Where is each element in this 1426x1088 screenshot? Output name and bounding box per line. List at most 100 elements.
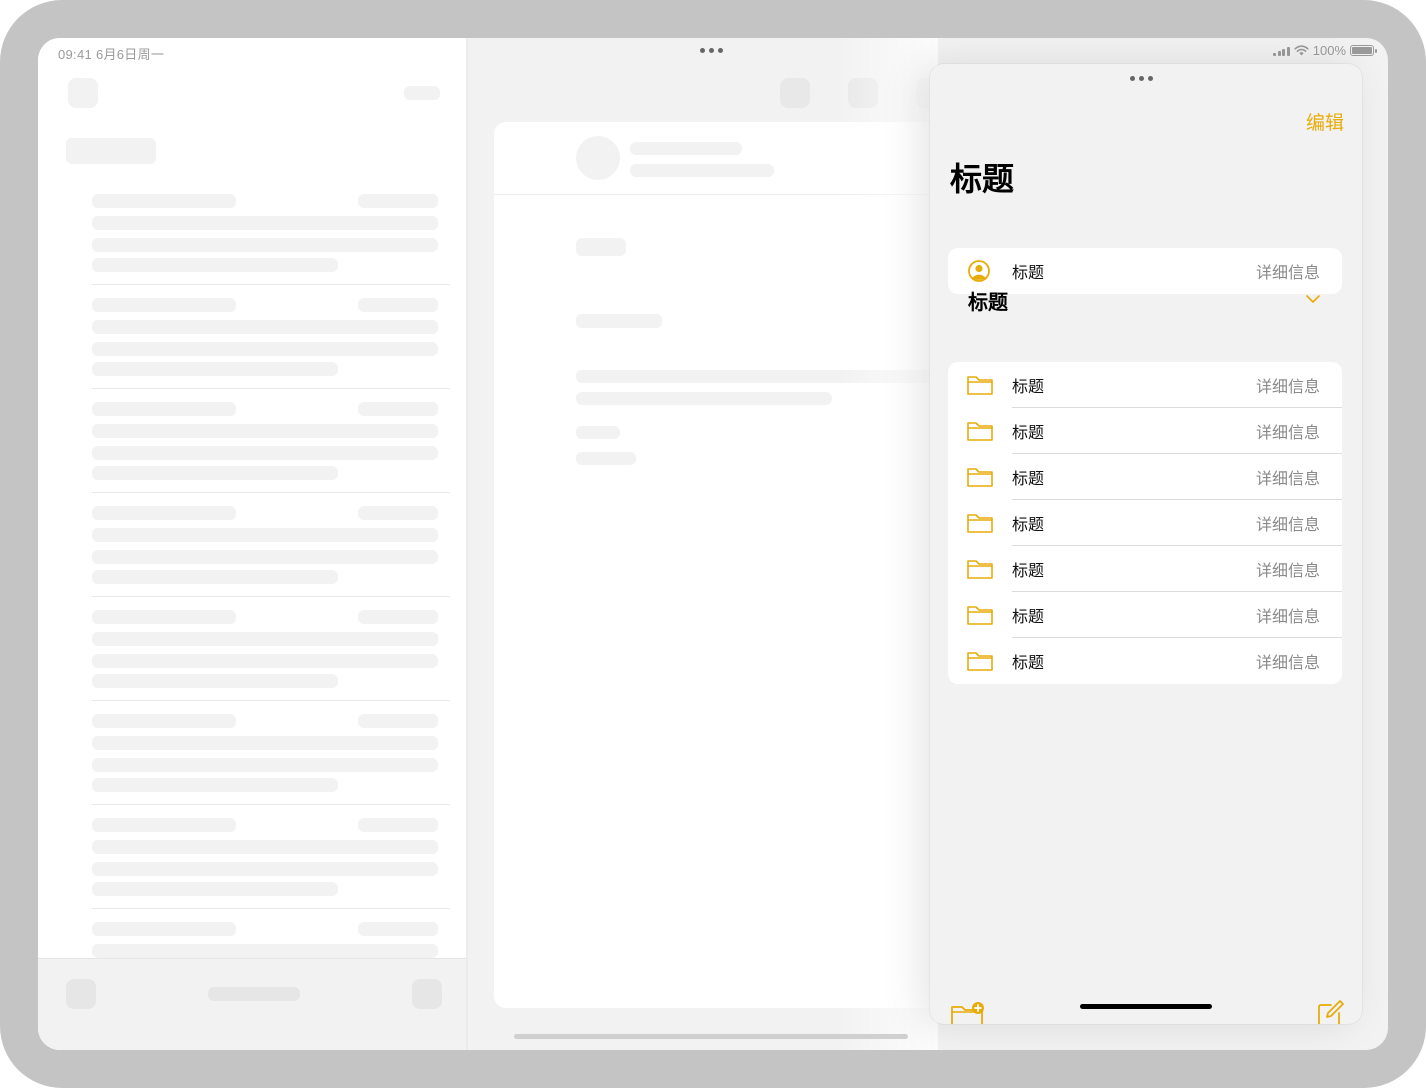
folder-row-detail: 详细信息 (1255, 655, 1320, 672)
list-separator (92, 700, 450, 701)
list-separator (92, 804, 450, 805)
detail-name-placeholder (630, 142, 742, 155)
list-item-placeholder (92, 258, 338, 272)
chevron-down-icon[interactable] (1304, 290, 1322, 308)
folder-row[interactable]: 标题 详细信息 (948, 638, 1342, 684)
folder-row-title: 标题 (1012, 425, 1045, 442)
folder-icon (967, 514, 993, 533)
background-home-indicator (514, 1034, 908, 1039)
home-indicator[interactable] (1080, 1004, 1212, 1009)
folder-row-detail: 详细信息 (1255, 425, 1320, 442)
avatar-placeholder (576, 136, 620, 180)
detail-text-placeholder (576, 314, 662, 328)
folder-row-detail: 详细信息 (1255, 609, 1320, 626)
folder-icon (967, 468, 993, 487)
list-item-placeholder (92, 922, 236, 936)
list-separator (92, 388, 450, 389)
list-item-placeholder (92, 944, 438, 958)
ipad-frame: 09:41 6月6日周一 100% 编辑 标题 标题 详细信息 标题 标题 详细… (0, 0, 1426, 1088)
wifi-icon (1294, 45, 1309, 56)
list-item-placeholder (92, 550, 438, 564)
list-item-placeholder (92, 342, 438, 356)
folder-row[interactable]: 标题 详细信息 (948, 592, 1342, 638)
folder-list: 标题 详细信息 标题 详细信息 标题 详细信息 标题 详细信息 标题 详细信息 标题 详细信息 标题 详细… (948, 362, 1342, 684)
list-separator (92, 596, 450, 597)
person-circle-icon (968, 260, 990, 282)
pane-divider[interactable] (466, 38, 468, 1050)
folder-icon (967, 652, 993, 671)
slide-over-panel: 编辑 标题 标题 详细信息 标题 标题 详细信息 标题 详细信息 标题 详细信息 标题 详细信… (930, 64, 1362, 1024)
sidebar-toolbar-left-button[interactable] (66, 979, 96, 1009)
list-item-placeholder (358, 194, 438, 208)
sidebar-title-placeholder (66, 138, 156, 164)
list-item-placeholder (92, 862, 438, 876)
list-item-placeholder (92, 194, 236, 208)
compose-icon[interactable] (1314, 1000, 1350, 1024)
list-item-placeholder (92, 714, 236, 728)
detail-text-placeholder (576, 392, 832, 405)
list-item-placeholder (92, 466, 338, 480)
list-item-placeholder (92, 238, 438, 252)
folder-row[interactable]: 标题 详细信息 (948, 362, 1342, 408)
detail-text-placeholder (576, 238, 626, 256)
folder-icon (967, 606, 993, 625)
list-item-placeholder (358, 298, 438, 312)
folder-row-title: 标题 (1012, 471, 1045, 488)
battery-icon (1350, 45, 1377, 56)
list-item-placeholder (92, 402, 236, 416)
detail-text-placeholder (576, 452, 636, 465)
list-item-placeholder (92, 610, 236, 624)
folder-row-detail: 详细信息 (1255, 563, 1320, 580)
list-item-placeholder (358, 714, 438, 728)
folder-row-title: 标题 (1012, 609, 1045, 626)
new-folder-icon[interactable] (950, 1000, 986, 1024)
list-item-placeholder (92, 528, 438, 542)
toolbar-button-placeholder[interactable] (780, 78, 810, 108)
folder-row[interactable]: 标题 详细信息 (948, 454, 1342, 500)
list-item-placeholder (92, 736, 438, 750)
folder-row[interactable]: 标题 详细信息 (948, 408, 1342, 454)
sidebar-bottom-toolbar (38, 958, 466, 1050)
folder-row-title: 标题 (1012, 517, 1045, 534)
list-item-placeholder (92, 778, 338, 792)
list-item-placeholder (92, 654, 438, 668)
list-separator (92, 908, 450, 909)
screen: 09:41 6月6日周一 100% 编辑 标题 标题 详细信息 标题 标题 详细… (38, 38, 1388, 1050)
folder-row-detail: 详细信息 (1255, 517, 1320, 534)
list-item-placeholder (358, 402, 438, 416)
folder-row-detail: 详细信息 (1255, 471, 1320, 488)
list-item-placeholder (92, 298, 236, 312)
folder-row-title: 标题 (1012, 655, 1045, 672)
account-row-title: 标题 (1012, 265, 1045, 282)
list-item-placeholder (92, 320, 438, 334)
list-separator (92, 284, 450, 285)
status-time-date: 09:41 6月6日周一 (58, 47, 165, 62)
sidebar-right-button-placeholder[interactable] (404, 86, 440, 100)
multitasking-dots-icon[interactable] (700, 48, 723, 53)
list-item-placeholder (92, 632, 438, 646)
list-item-placeholder (92, 216, 438, 230)
status-indicators: 100% (1273, 43, 1377, 58)
list-item-placeholder (92, 506, 236, 520)
folder-row[interactable]: 标题 详细信息 (948, 500, 1342, 546)
sidebar-toolbar-right-button[interactable] (412, 979, 442, 1009)
list-item-placeholder (92, 840, 438, 854)
list-item-placeholder (358, 818, 438, 832)
slide-over-grabber-dots-icon[interactable] (1130, 76, 1153, 81)
list-item-placeholder (92, 758, 438, 772)
folder-row[interactable]: 标题 详细信息 (948, 546, 1342, 592)
sidebar-left-button-placeholder[interactable] (68, 78, 98, 108)
list-item-placeholder (358, 922, 438, 936)
folder-row-title: 标题 (1012, 563, 1045, 580)
section-header[interactable]: 标题 (968, 286, 1008, 315)
slide-over-shadow (838, 38, 938, 1050)
sidebar-pane: 09:41 6月6日周一 (38, 38, 466, 1050)
list-item-placeholder (92, 424, 438, 438)
sidebar-toolbar-status-placeholder (208, 987, 300, 1001)
list-item-placeholder (92, 882, 338, 896)
folder-icon (967, 376, 993, 395)
edit-button[interactable]: 编辑 (1306, 108, 1344, 135)
page-title: 标题 (950, 161, 1015, 197)
folder-row-detail: 详细信息 (1255, 379, 1320, 396)
detail-text-placeholder (576, 426, 620, 439)
